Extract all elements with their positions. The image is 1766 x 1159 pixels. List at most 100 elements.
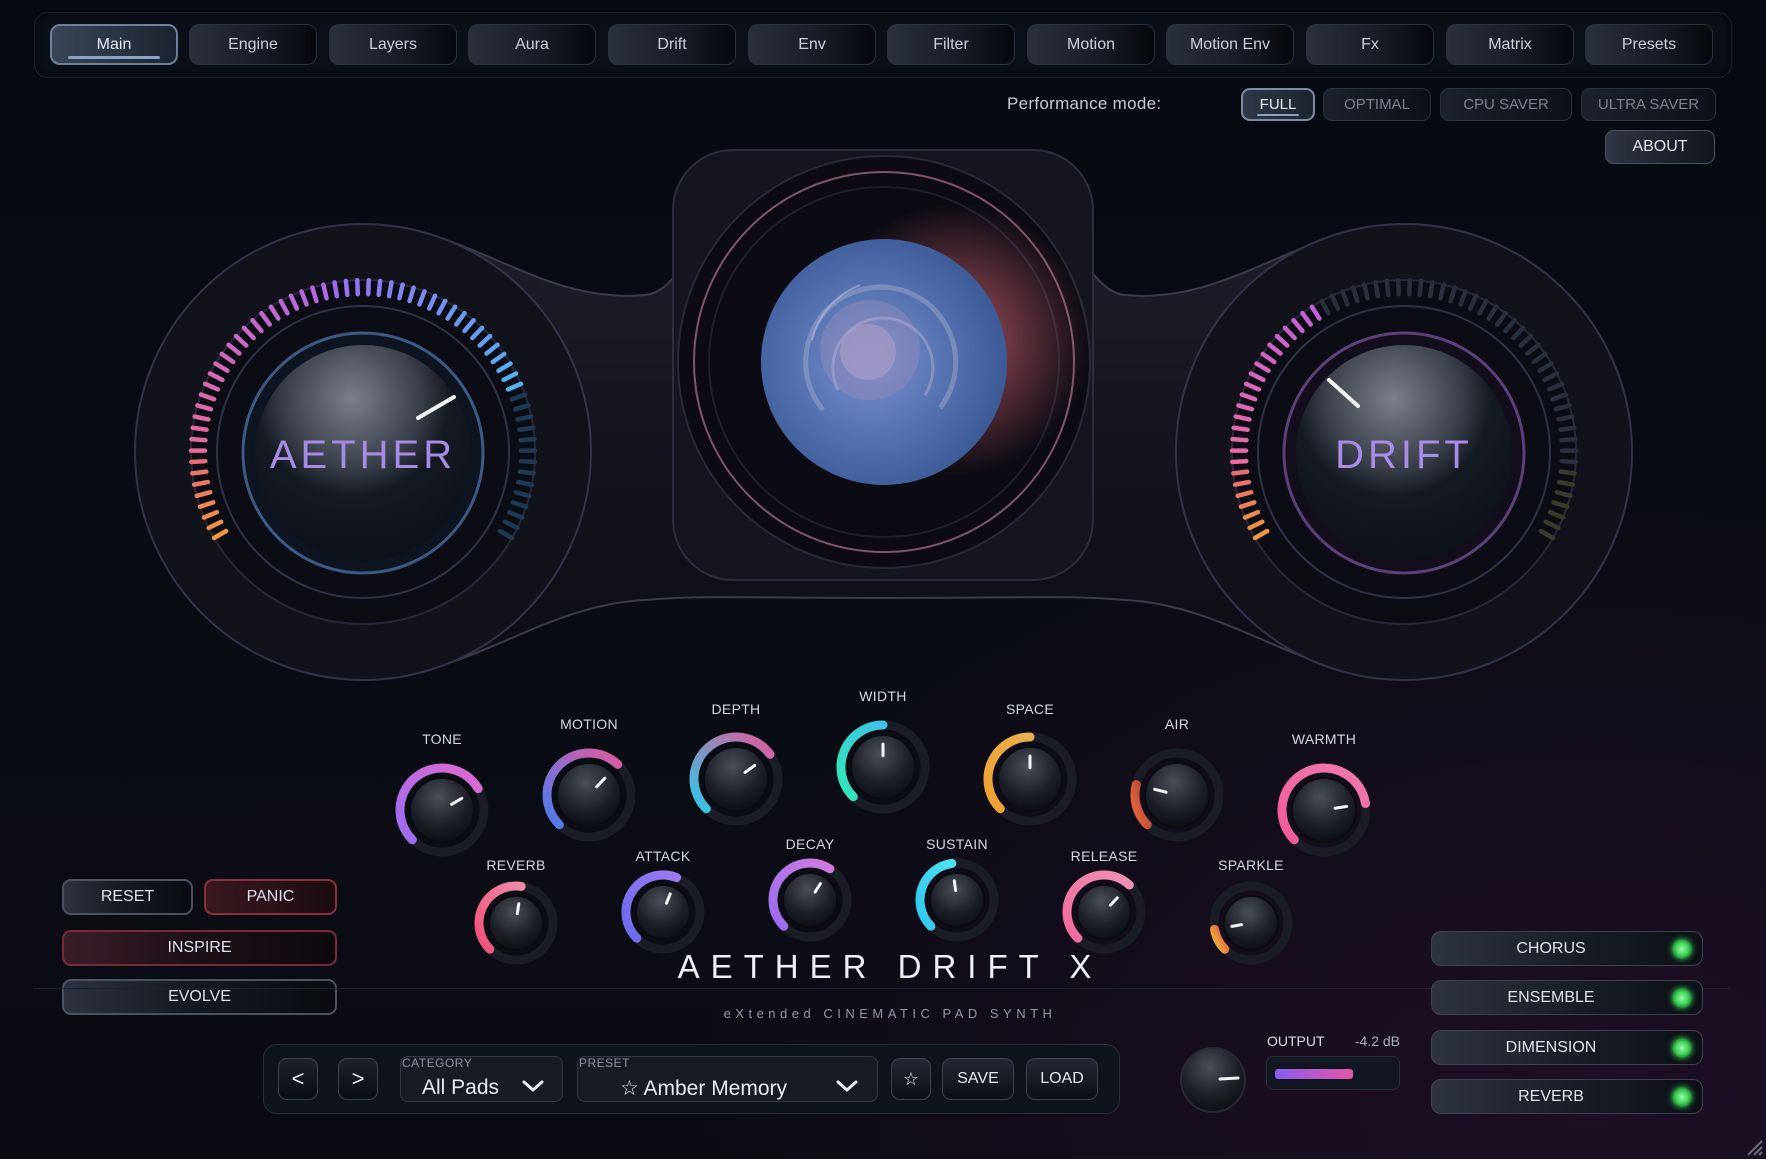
ring-segment — [506, 509, 525, 520]
output-meter — [1266, 1056, 1400, 1090]
ring-segment — [1230, 458, 1249, 465]
chevron-down-icon — [522, 1080, 544, 1092]
chevron-down-icon — [836, 1080, 858, 1092]
knob-pointer — [952, 879, 958, 893]
sparkle-knob[interactable] — [1206, 878, 1296, 968]
ring-segment — [1233, 414, 1252, 422]
chorus-toggle[interactable]: CHORUS — [1431, 931, 1703, 966]
drift-knob[interactable]: DRIFT — [1281, 330, 1527, 576]
ring-segment — [310, 285, 319, 304]
ring-segment — [1531, 351, 1548, 365]
output-knob[interactable] — [1178, 1045, 1248, 1115]
chorus-label: CHORUS — [1516, 940, 1586, 957]
knob-label-depth: DEPTH — [711, 701, 761, 717]
ring-segment — [1236, 403, 1255, 412]
favorite-star-button[interactable]: ☆ — [891, 1058, 931, 1100]
ring-segment — [201, 509, 220, 520]
ring-segment — [1538, 528, 1556, 541]
inspire-button[interactable]: INSPIRE — [62, 930, 337, 966]
knob-cap — [409, 777, 475, 843]
ring-segment — [502, 519, 520, 531]
knob-cap — [703, 746, 769, 812]
ring-segment — [321, 282, 329, 301]
aether-knob-label: AETHER — [269, 433, 457, 477]
preset-dropdown[interactable]: PRESET ☆ Amber Memory — [577, 1056, 878, 1102]
ring-segment — [517, 469, 536, 476]
space-knob[interactable] — [980, 729, 1080, 829]
category-dropdown[interactable]: CATEGORY All Pads — [400, 1056, 563, 1102]
ring-segment — [510, 500, 529, 510]
evolve-button[interactable]: EVOLVE — [62, 979, 337, 1015]
ring-segment — [189, 436, 208, 443]
knob-label-attack: ATTACK — [635, 848, 691, 864]
ring-segment — [343, 278, 350, 298]
resize-grip-icon[interactable] — [1742, 1135, 1764, 1157]
ring-segment — [1551, 500, 1570, 510]
ensemble-toggle[interactable]: ENSEMBLE — [1431, 980, 1703, 1015]
ring-segment — [1550, 392, 1569, 402]
ring-segment — [426, 293, 438, 311]
save-button[interactable]: SAVE — [942, 1058, 1014, 1100]
ring-segment — [512, 403, 531, 412]
ring-segment — [1340, 289, 1350, 307]
ring-segment — [1235, 490, 1254, 499]
aether-knob[interactable]: AETHER — [240, 330, 486, 576]
ring-segment — [1543, 519, 1561, 531]
knob-value-arc — [1210, 924, 1230, 954]
ring-segment — [1231, 469, 1250, 476]
air-knob[interactable] — [1127, 745, 1227, 845]
ring-segment — [1547, 509, 1566, 520]
panic-button[interactable]: PANIC — [204, 879, 337, 915]
tone-knob[interactable] — [392, 760, 492, 860]
ring-segment — [198, 392, 217, 402]
dimension-label: DIMENSION — [1505, 1039, 1597, 1056]
ring-segment — [1556, 414, 1575, 422]
ring-segment — [1260, 351, 1277, 365]
ring-segment — [206, 519, 224, 531]
attack-knob[interactable] — [618, 867, 708, 957]
ring-segment — [1467, 293, 1479, 311]
ring-segment — [192, 414, 211, 422]
dimension-led-icon — [1672, 1038, 1692, 1058]
dimension-toggle[interactable]: DIMENSION — [1431, 1030, 1703, 1065]
knob-cap — [1291, 777, 1357, 843]
ring-segment — [1254, 361, 1271, 373]
ring-segment — [417, 289, 427, 307]
ring-segment — [515, 414, 534, 422]
knob-cap — [782, 872, 838, 928]
decay-knob[interactable] — [765, 855, 855, 945]
knob-label-width: WIDTH — [859, 688, 907, 704]
release-knob[interactable] — [1059, 867, 1149, 957]
ring-segment — [484, 342, 500, 356]
depth-knob[interactable] — [686, 729, 786, 829]
ring-segment — [197, 500, 216, 510]
ring-segment — [1486, 304, 1499, 321]
ring-segment — [190, 425, 209, 433]
reverb-fx-toggle[interactable]: REVERB — [1431, 1079, 1703, 1114]
load-button[interactable]: LOAD — [1026, 1058, 1098, 1100]
ensemble-label: ENSEMBLE — [1507, 989, 1595, 1006]
ring-segment — [195, 403, 214, 412]
ring-segment — [1309, 304, 1322, 321]
ring-segment — [376, 278, 383, 298]
warmth-knob[interactable] — [1274, 760, 1374, 860]
ring-segment — [219, 351, 236, 365]
reset-button[interactable]: RESET — [62, 879, 193, 915]
width-knob[interactable] — [833, 717, 933, 817]
ring-segment — [1448, 285, 1457, 304]
ring-segment — [1230, 436, 1249, 443]
ring-segment — [1329, 293, 1341, 311]
knob-cap — [635, 884, 691, 940]
ring-segment — [1242, 509, 1261, 520]
knob-cap — [488, 895, 544, 951]
next-preset-button[interactable]: > — [338, 1058, 378, 1100]
sustain-knob[interactable] — [912, 855, 1002, 945]
prev-preset-button[interactable]: < — [278, 1058, 318, 1100]
reverb-knob[interactable] — [471, 878, 561, 968]
plugin-window: Main Engine Layers Aura Drift Env Filter… — [0, 0, 1766, 1159]
knob-label-air: AIR — [1164, 716, 1190, 732]
ring-segment — [518, 436, 537, 443]
knob-cap — [556, 762, 622, 828]
motion-knob[interactable] — [539, 745, 639, 845]
ring-segment — [1558, 469, 1577, 476]
